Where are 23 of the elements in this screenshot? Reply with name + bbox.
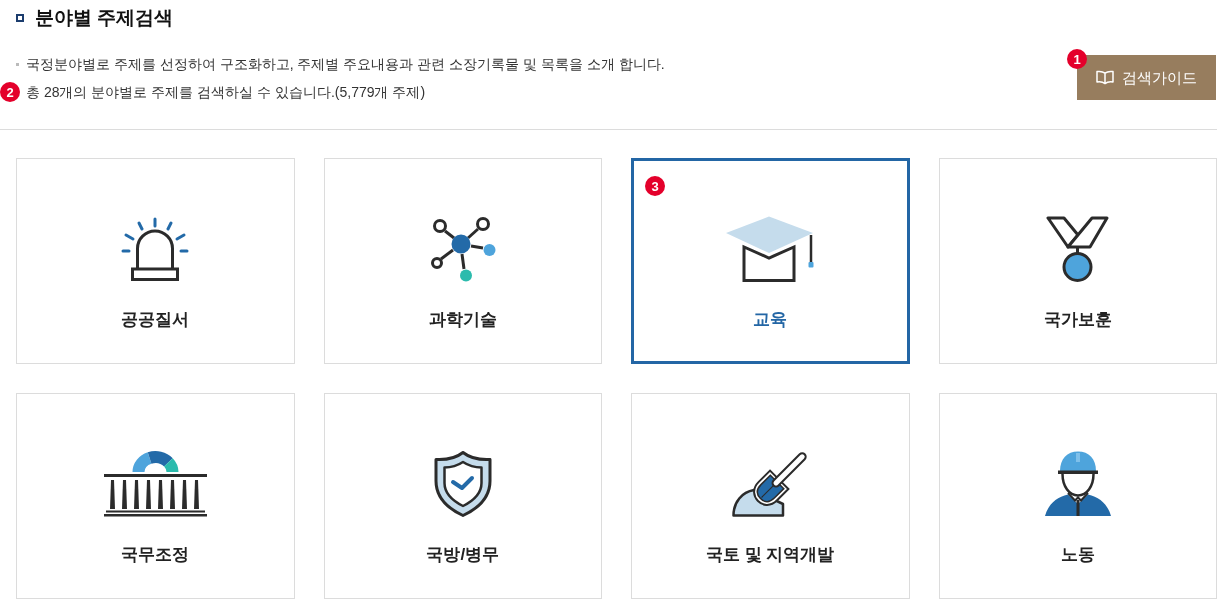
siren-icon bbox=[121, 216, 190, 281]
category-card[interactable]: 과학기술 bbox=[323, 158, 602, 364]
shovel-icon bbox=[731, 450, 809, 517]
category-card[interactable]: 국가보훈 bbox=[938, 158, 1217, 364]
section-title: 분야별 주제검색 bbox=[35, 6, 174, 30]
molecule-icon bbox=[429, 215, 496, 282]
category-card[interactable]: 국방/병무 bbox=[323, 393, 602, 599]
description-text: 국정분야별로 주제를 선정하여 구조화하고, 주제별 주요내용과 관련 소장기록물 및 목록을 소개 합니다. bbox=[26, 55, 665, 74]
description-text: 총 28개의 분야별로 주제를 검색하실 수 있습니다.(5,779개 주제) bbox=[26, 83, 426, 102]
category-card[interactable]: 노동 bbox=[938, 393, 1217, 599]
square-icon bbox=[16, 14, 24, 22]
medal-icon bbox=[1046, 215, 1110, 282]
number-badge: 2 bbox=[0, 82, 20, 102]
shield-check-icon bbox=[432, 450, 493, 517]
category-card[interactable]: 국토 및 지역개발 bbox=[631, 393, 910, 599]
domed-building-icon bbox=[102, 450, 208, 517]
category-card[interactable]: 공공질서 bbox=[16, 158, 295, 364]
graduation-cap-icon bbox=[725, 215, 816, 282]
book-icon bbox=[1096, 70, 1114, 85]
bullet-icon bbox=[16, 62, 19, 66]
number-badge: 1 bbox=[1067, 49, 1087, 69]
worker-icon bbox=[1043, 450, 1112, 517]
category-card[interactable]: 국무조정 bbox=[16, 393, 295, 599]
